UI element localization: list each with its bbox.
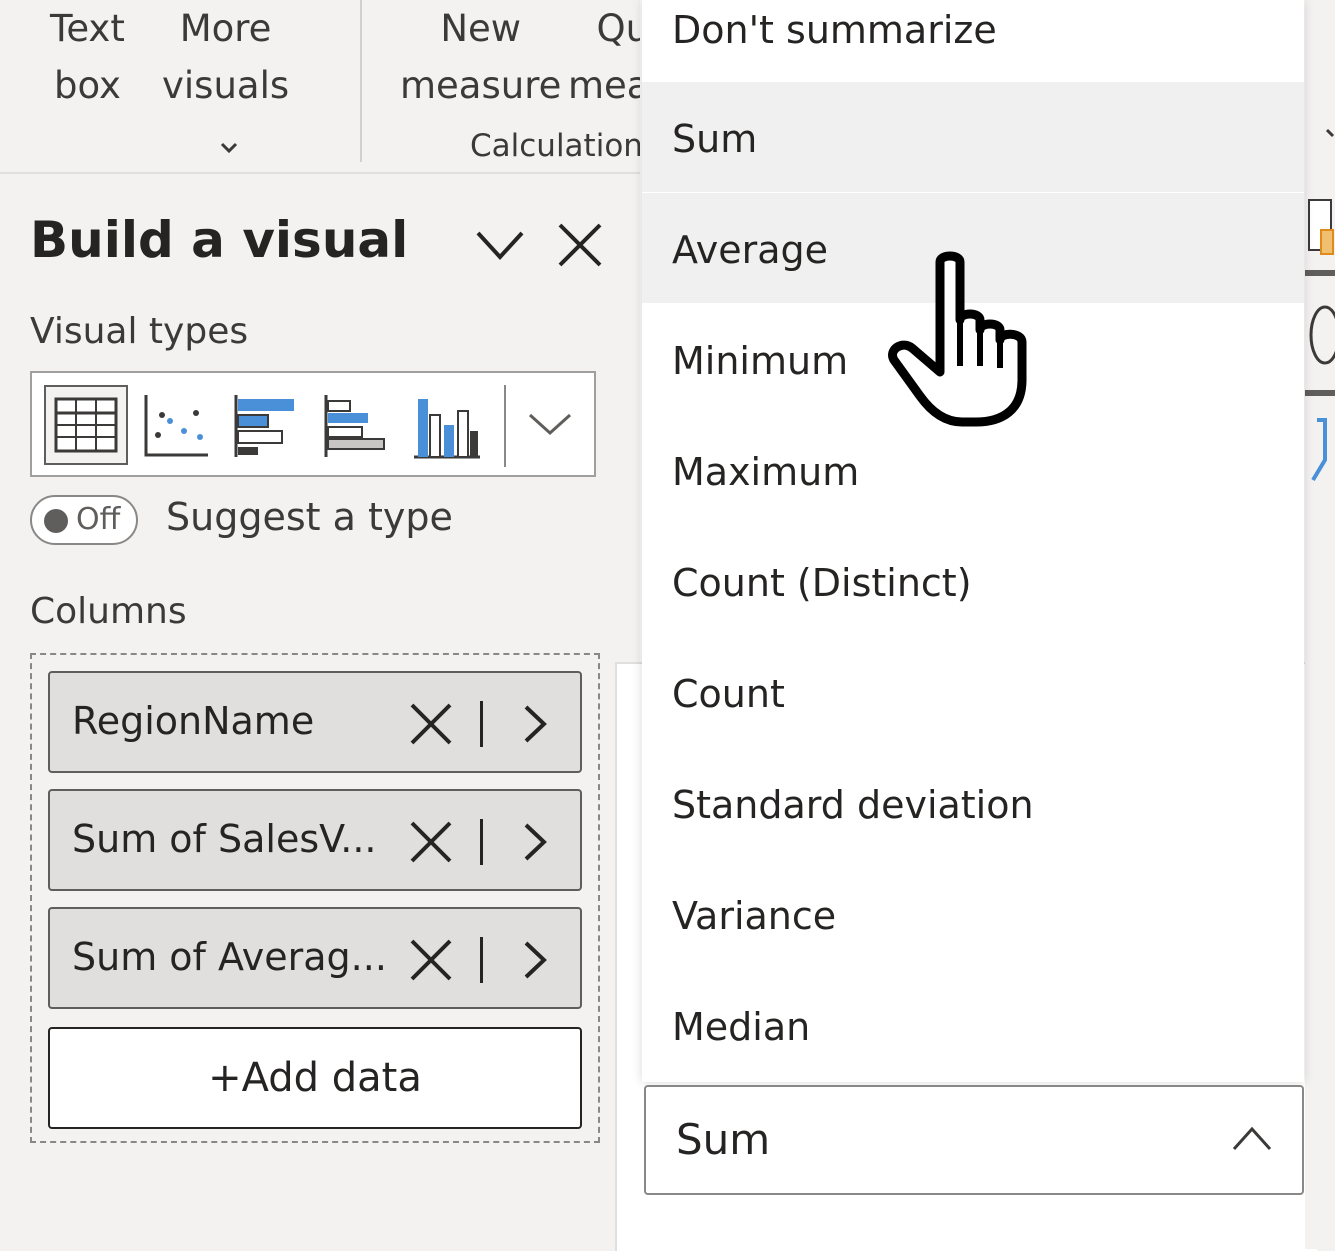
text-box-label-line2: box xyxy=(53,64,121,107)
build-visual-pane: Build a visual Visual types Off Suggest … xyxy=(0,175,628,1249)
option-sum[interactable]: Sum xyxy=(642,82,1304,192)
close-icon[interactable] xyxy=(552,217,608,273)
option-median[interactable]: Median xyxy=(642,970,1304,1081)
more-visuals-label-line1: More xyxy=(179,7,272,50)
field-label: Sum of SalesV... xyxy=(72,817,377,861)
right-side-strip xyxy=(1305,0,1335,1249)
option-variance[interactable]: Variance xyxy=(642,859,1304,970)
summarization-select[interactable]: Sum xyxy=(644,1085,1304,1195)
remove-field-icon[interactable] xyxy=(408,937,454,983)
chevron-up-icon xyxy=(1232,1126,1272,1151)
clustered-bar-chart-icon[interactable] xyxy=(320,391,392,461)
quick-measure-button[interactable]: Qu mea xyxy=(568,0,649,114)
option-minimum[interactable]: Minimum xyxy=(642,304,1304,415)
new-measure-label-line2: measure xyxy=(400,64,562,107)
visual-types-label: Visual types xyxy=(30,311,249,352)
text-box-button[interactable]: Text box xyxy=(50,0,125,114)
pane-title: Build a visual xyxy=(30,211,409,269)
remove-field-icon[interactable] xyxy=(408,819,454,865)
chevron-right-icon[interactable] xyxy=(518,821,550,863)
option-average[interactable]: Average xyxy=(642,193,1304,303)
field-pill-sum-of-salesvalue[interactable]: Sum of SalesV... xyxy=(48,789,582,891)
chevron-right-icon[interactable] xyxy=(518,703,550,745)
toggle-knob xyxy=(44,509,68,533)
gallery-separator xyxy=(504,385,506,467)
select-value: Sum xyxy=(676,1115,771,1164)
calculations-group-label: Calculation xyxy=(470,128,643,164)
field-divider xyxy=(480,701,483,747)
chevron-right-icon[interactable] xyxy=(518,939,550,981)
toggle-state-label: Off xyxy=(76,502,121,537)
option-standard-deviation[interactable]: Standard deviation xyxy=(642,748,1304,859)
scatter-chart-icon[interactable] xyxy=(140,391,212,461)
more-visuals-label-line2: visuals xyxy=(162,64,290,107)
suggest-type-toggle[interactable]: Off xyxy=(30,495,138,545)
visual-types-gallery xyxy=(30,371,596,477)
column-chart-icon[interactable] xyxy=(410,391,482,461)
summarization-dropdown-list: Don't summarize Sum Average Minimum Maxi… xyxy=(642,0,1304,1082)
new-measure-button[interactable]: New measure xyxy=(400,0,561,114)
field-divider xyxy=(480,819,483,865)
field-divider xyxy=(480,937,483,983)
suggest-type-label: Suggest a type xyxy=(166,495,453,539)
option-count[interactable]: Count xyxy=(642,637,1304,748)
ribbon-separator xyxy=(360,0,362,162)
collapse-chevron-icon[interactable] xyxy=(472,217,528,273)
field-pill-sum-of-average[interactable]: Sum of Averag... xyxy=(48,907,582,1009)
option-count-distinct[interactable]: Count (Distinct) xyxy=(642,526,1304,637)
side-toolbar-icons xyxy=(1305,128,1335,482)
more-visuals-button[interactable]: More visuals xyxy=(162,0,289,171)
remove-field-icon[interactable] xyxy=(408,701,454,747)
columns-well: RegionName Sum of SalesV... Sum of Avera… xyxy=(30,653,600,1143)
quick-measure-label-line2: mea xyxy=(568,64,650,107)
expand-gallery-chevron-icon[interactable] xyxy=(520,397,580,453)
columns-label: Columns xyxy=(30,591,187,632)
quick-measure-label-line1: Qu xyxy=(596,7,650,50)
new-measure-label-line1: New xyxy=(440,7,522,50)
field-label: RegionName xyxy=(72,699,315,743)
field-label: Sum of Averag... xyxy=(72,935,387,979)
option-maximum[interactable]: Maximum xyxy=(642,415,1304,526)
add-data-button[interactable]: +Add data xyxy=(48,1027,582,1129)
table-visual-icon[interactable] xyxy=(44,385,128,465)
text-box-label-line1: Text xyxy=(50,7,125,50)
stacked-bar-chart-icon[interactable] xyxy=(230,391,302,461)
ribbon: Text box More visuals New measure Qu mea… xyxy=(0,0,649,174)
chevron-down-icon xyxy=(220,142,237,154)
field-pill-regionname[interactable]: RegionName xyxy=(48,671,582,773)
